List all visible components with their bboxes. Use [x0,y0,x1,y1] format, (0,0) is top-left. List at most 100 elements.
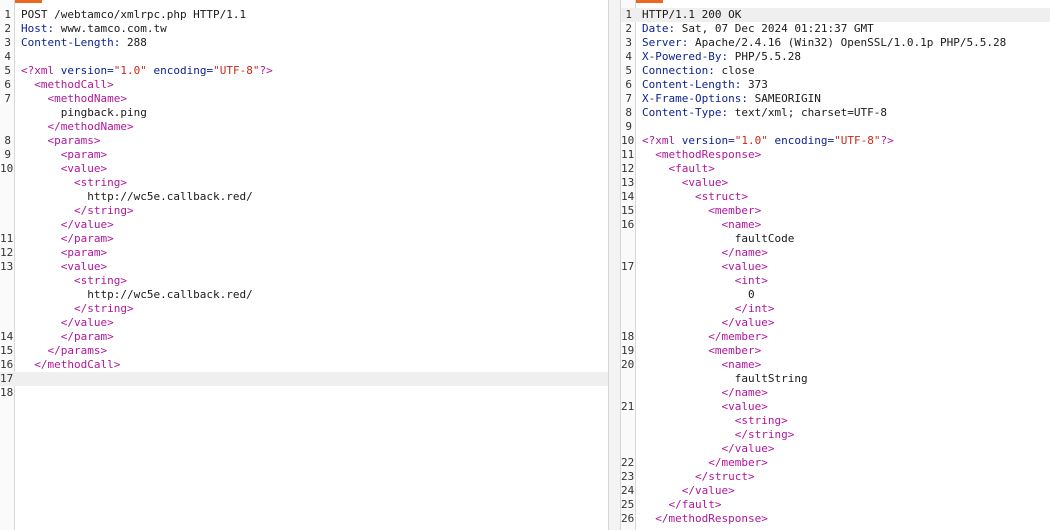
code-token: <?xml [21,64,55,77]
code-line[interactable]: 26 </methodResponse> [621,512,1050,526]
code-line[interactable]: 10 <value> [0,162,608,176]
line-content: Content-Length: 373 [642,78,768,92]
code-token: "1.0" [113,64,147,77]
code-line[interactable]: 21 <value> [621,400,1050,414]
code-token: "UTF-8" [834,134,881,147]
code-token: 373 [741,78,768,91]
code-line[interactable]: 6 Content-Length: 373 [621,78,1050,92]
code-line[interactable]: 0 [621,288,1050,302]
code-line[interactable]: <string> [0,176,608,190]
code-line[interactable]: 8 Content-Type: text/xml; charset=UTF-8 [621,106,1050,120]
code-line[interactable]: </value> [621,442,1050,456]
code-line[interactable]: 17 [0,372,608,386]
code-line[interactable]: <string> [621,414,1050,428]
code-line[interactable]: faultString [621,372,1050,386]
code-line[interactable]: 7 <methodName> [0,92,608,106]
line-number: 2 [625,22,632,35]
code-line[interactable]: 24 </value> [621,484,1050,498]
code-line[interactable]: 2 Date: Sat, 07 Dec 2024 01:21:37 GMT [621,22,1050,36]
code-line[interactable]: 5 <?xml version="1.0" encoding="UTF-8"?> [0,64,608,78]
code-line[interactable]: faultCode [621,232,1050,246]
code-token: </value> [721,316,775,329]
code-line[interactable]: 14 <struct> [621,190,1050,204]
code-token: </string> [73,302,134,315]
code-line[interactable]: <int> [621,274,1050,288]
code-line[interactable]: </string> [0,302,608,316]
code-line[interactable]: 13 <value> [621,176,1050,190]
code-line[interactable]: 4 X-Powered-By: PHP/5.5.28 [621,50,1050,64]
line-content: X-Powered-By: PHP/5.5.28 [642,50,801,64]
code-line[interactable]: 6 <methodCall> [0,78,608,92]
code-line[interactable]: 15 </params> [0,344,608,358]
code-line[interactable]: </value> [621,316,1050,330]
request-text[interactable]: 1 POST /webtamco/xmlrpc.php HTTP/1.1 2 Host… [0,8,608,400]
line-number: 24 [621,484,635,497]
code-line[interactable]: 19 <member> [621,344,1050,358]
code-line[interactable]: http://wc5e.callback.red/ [0,288,608,302]
line-content: </string> [21,302,134,316]
code-line[interactable]: </name> [621,386,1050,400]
line-content: <string> [642,414,788,428]
code-token: <param> [60,246,108,259]
line-content: <name> [642,358,761,372]
code-line[interactable]: 9 <param> [0,148,608,162]
code-line[interactable]: 16 <name> [621,218,1050,232]
code-line[interactable]: 10 <?xml version="1.0" encoding="UTF-8"?> [621,134,1050,148]
line-content: <methodCall> [21,78,113,92]
request-editor[interactable]: 1 POST /webtamco/xmlrpc.php HTTP/1.1 2 Host… [0,0,608,530]
code-line[interactable]: 11 <methodResponse> [621,148,1050,162]
code-line[interactable]: 12 <param> [0,246,608,260]
code-line[interactable]: 9 [621,120,1050,134]
code-line[interactable]: 25 </fault> [621,498,1050,512]
code-line[interactable]: 18 [0,386,608,400]
code-line[interactable]: 14 </param> [0,330,608,344]
code-line[interactable]: </value> [0,316,608,330]
code-line[interactable]: 11 </param> [0,232,608,246]
pane-divider[interactable] [608,0,621,530]
response-text[interactable]: 1 HTTP/1.1 200 OK 2 Date: Sat, 07 Dec 2024 … [621,8,1050,526]
code-line[interactable]: http://wc5e.callback.red/ [0,190,608,204]
code-token: <value> [721,400,768,413]
code-line[interactable]: 1 HTTP/1.1 200 OK [621,8,1050,22]
code-line[interactable]: 23 </struct> [621,470,1050,484]
code-line[interactable]: </string> [621,428,1050,442]
code-line[interactable]: 5 Connection: close [621,64,1050,78]
code-line[interactable]: </methodName> [0,120,608,134]
code-line[interactable]: 12 <fault> [621,162,1050,176]
code-line[interactable]: 8 <params> [0,134,608,148]
line-number: 17 [621,260,635,273]
code-line[interactable]: </name> [621,246,1050,260]
line-content: Content-Length: 288 [21,36,147,50]
code-line[interactable]: 4 [0,50,608,64]
code-line[interactable]: 18 </member> [621,330,1050,344]
code-line[interactable]: </int> [621,302,1050,316]
code-line[interactable]: 2 Host: www.tamco.com.tw [0,22,608,36]
code-token: http://wc5e.callback.red/ [21,190,253,203]
code-line[interactable]: <string> [0,274,608,288]
code-line[interactable]: 16 </methodCall> [0,358,608,372]
code-line[interactable]: 3 Content-Length: 288 [0,36,608,50]
code-line[interactable]: </string> [0,204,608,218]
code-line[interactable]: </value> [0,218,608,232]
code-token: 288 [120,36,147,49]
code-line[interactable]: 20 <name> [621,358,1050,372]
code-line[interactable]: pingback.ping [0,106,608,120]
code-line[interactable]: 17 <value> [621,260,1050,274]
line-content: </name> [642,246,767,260]
code-line[interactable]: 15 <member> [621,204,1050,218]
code-line[interactable]: 22 </member> [621,456,1050,470]
code-token: PHP/5.5.28 [728,50,801,63]
line-number: 26 [621,512,635,525]
line-number: 12 [621,162,635,175]
response-viewer[interactable]: 1 HTTP/1.1 200 OK 2 Date: Sat, 07 Dec 2024 … [621,0,1050,530]
line-content: <param> [21,246,107,260]
code-line[interactable]: 3 Server: Apache/2.4.16 (Win32) OpenSSL/1… [621,36,1050,50]
code-line[interactable]: 13 <value> [0,260,608,274]
code-line[interactable]: 7 X-Frame-Options: SAMEORIGIN [621,92,1050,106]
code-line[interactable]: 1 POST /webtamco/xmlrpc.php HTTP/1.1 [0,8,608,22]
